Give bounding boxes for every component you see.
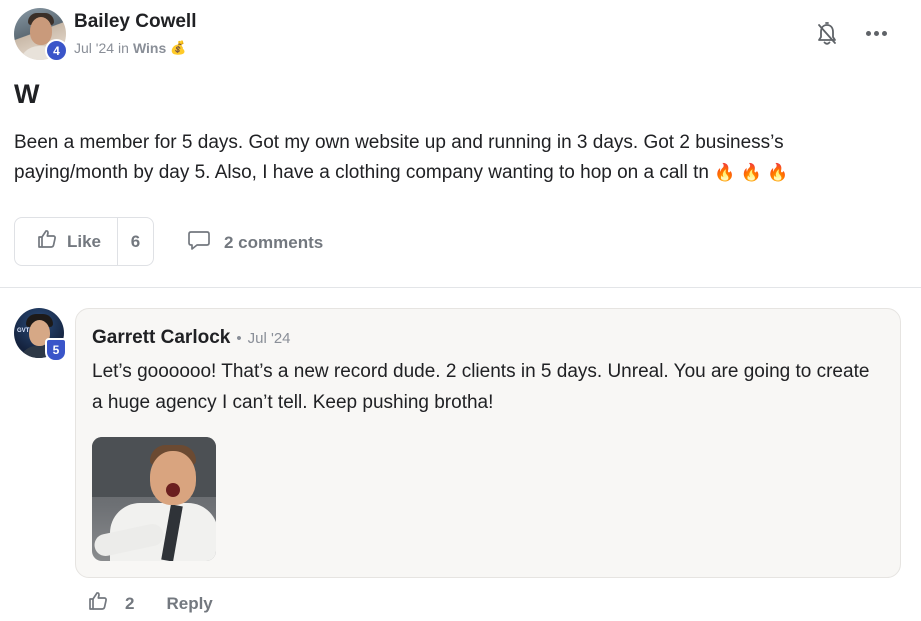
comments-count-label: 2 comments [224, 232, 324, 252]
comment-card: Garrett Carlock • Jul '24 Let’s goooooo!… [75, 308, 901, 578]
comment-like-button[interactable]: 2 [87, 590, 134, 617]
post-page: 4 Bailey Cowell Jul '24 in Wins 💰 W Been… [0, 0, 921, 621]
fire-emoji: 🔥 [740, 163, 762, 182]
author-level-badge: 4 [45, 39, 68, 62]
comment-actions: 2 Reply [87, 590, 213, 617]
fire-emoji: 🔥 [714, 163, 736, 182]
comments-link[interactable]: 2 comments [187, 229, 323, 256]
post-meta-in: in [118, 40, 129, 56]
commenter-level-badge: 5 [45, 338, 67, 362]
comment-date: Jul '24 [247, 330, 291, 347]
comment-bubble-icon [187, 229, 211, 256]
commenter-line: Garrett Carlock • Jul '24 [92, 327, 291, 349]
like-label: Like [67, 231, 102, 251]
post-date[interactable]: Jul '24 [74, 40, 114, 56]
author-name[interactable]: Bailey Cowell [74, 11, 197, 33]
post-category[interactable]: Wins [133, 40, 166, 56]
section-divider [0, 287, 921, 288]
reaction-gif[interactable] [92, 437, 216, 561]
like-count[interactable]: 6 [118, 232, 153, 252]
fire-emoji: 🔥 [767, 163, 789, 182]
comment-text: Let’s goooooo! That’s a new record dude.… [92, 361, 870, 413]
like-box: Like 6 [14, 217, 154, 266]
more-horizontal-icon[interactable] [862, 22, 890, 44]
like-button[interactable]: Like [15, 218, 117, 265]
comment-like-count: 2 [125, 593, 135, 613]
post-meta: Jul '24 in Wins 💰 [74, 40, 186, 56]
bell-off-icon[interactable] [813, 20, 841, 48]
avatar-tag: GVT [17, 328, 30, 334]
commenter-name[interactable]: Garrett Carlock [92, 327, 230, 349]
reply-button[interactable]: Reply [166, 594, 212, 614]
money-bag-icon: 💰 [170, 40, 187, 55]
thumbs-up-icon [36, 228, 58, 255]
post-body: Been a member for 5 days. Got my own web… [14, 128, 894, 188]
post-title: W [14, 79, 40, 109]
thumbs-up-icon [87, 590, 109, 617]
comment-separator: • [236, 330, 242, 347]
post-body-text: Been a member for 5 days. Got my own web… [14, 132, 784, 183]
